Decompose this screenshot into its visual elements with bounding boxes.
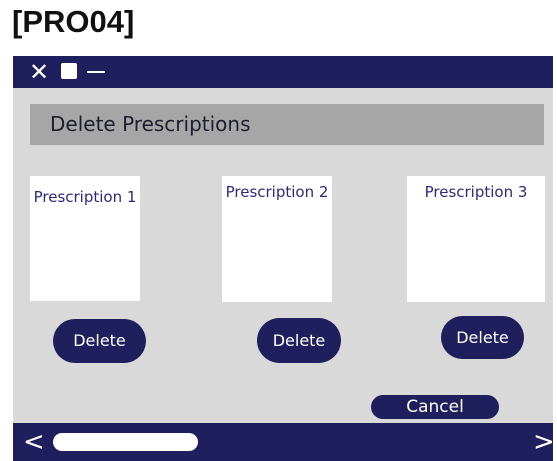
prescription-title: Prescription 3 — [424, 183, 528, 201]
prescription-title: Prescription 1 — [33, 188, 137, 206]
prescription-card-3[interactable]: Prescription 3 — [407, 176, 545, 302]
chevron-right-icon[interactable]: > — [533, 427, 555, 457]
cancel-button[interactable]: Cancel — [371, 395, 499, 419]
scrollbar-thumb[interactable] — [53, 433, 198, 451]
app-window: ✕ Delete Prescriptions Prescription 1 Pr… — [13, 56, 555, 461]
title-bar: ✕ — [13, 56, 553, 88]
prescription-title: Prescription 2 — [225, 183, 329, 201]
maximize-icon[interactable] — [61, 63, 77, 79]
page-title: Delete Prescriptions — [50, 112, 251, 136]
minimize-icon[interactable] — [87, 71, 105, 73]
page-header: Delete Prescriptions — [30, 104, 544, 145]
chevron-left-icon[interactable]: < — [23, 427, 45, 457]
bottom-nav-bar: < > — [13, 423, 555, 461]
delete-button-3[interactable]: Delete — [441, 316, 524, 359]
prescription-card-1[interactable]: Prescription 1 — [30, 176, 140, 301]
page-label: [PRO04] — [12, 4, 135, 39]
prescription-card-2[interactable]: Prescription 2 — [222, 176, 332, 302]
delete-button-1[interactable]: Delete — [53, 319, 146, 363]
delete-button-2[interactable]: Delete — [257, 318, 341, 363]
close-icon[interactable]: ✕ — [29, 60, 49, 84]
